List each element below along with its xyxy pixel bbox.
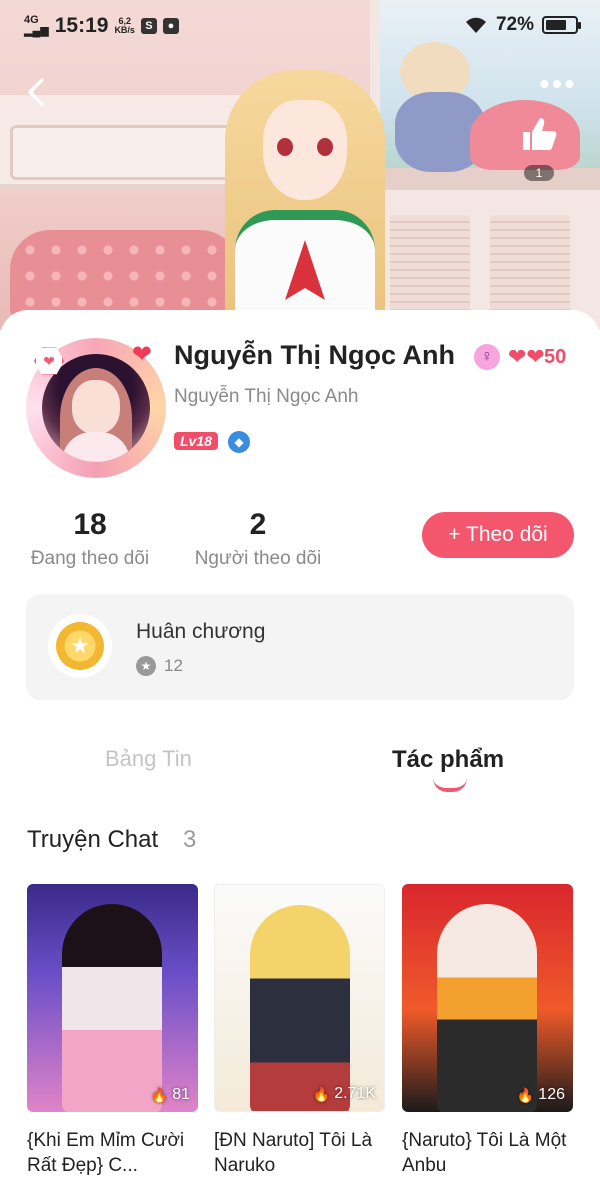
follow-button-label: Theo dõi	[466, 523, 548, 546]
signal-indicator: 4G ▂▄▆	[24, 14, 49, 37]
like-button[interactable]: 1	[514, 112, 564, 182]
active-tab-indicator	[433, 778, 467, 792]
cover-stool	[10, 230, 240, 320]
chevron-left-icon	[28, 78, 44, 106]
views-badge: 🔥 126	[517, 1086, 565, 1104]
views-badge: 🔥 2.71K	[313, 1085, 376, 1103]
story-title: {Naruto} Tôi Là Một Anbu	[402, 1130, 567, 1176]
microphone-icon: ●	[162, 18, 179, 34]
network-type: 4G	[24, 14, 39, 26]
medal-icon: ★	[48, 614, 112, 678]
hearts-icon: ❤❤	[508, 344, 545, 369]
thumbs-up-icon	[523, 118, 557, 150]
story-title: {Khi Em Mỉm Cười Rất Đẹp} C...	[27, 1130, 185, 1176]
profile-name: Nguyễn Thị Ngọc Anh	[174, 340, 455, 370]
story-title: [ĐN Naruto] Tôi Là Naruko	[214, 1130, 373, 1176]
clock: 15:19	[54, 14, 109, 37]
following-stat[interactable]: 18 Đang theo dõi	[28, 508, 152, 570]
story-views: 2.71K	[334, 1085, 376, 1102]
following-label: Đang theo dõi	[30, 548, 150, 569]
followers-label: Người theo dõi	[194, 548, 322, 569]
profile-card: ❤ ❤ Nguyễn Thị Ngọc Anh ♀ ❤❤ 50 Nguyễn T…	[0, 310, 600, 1197]
flame-icon: 🔥	[150, 1086, 169, 1103]
wifi-icon	[464, 16, 488, 34]
flame-icon: 🔥	[516, 1086, 535, 1103]
section-count: 3	[183, 826, 197, 853]
follow-button[interactable]: + Theo dõi	[422, 512, 574, 558]
section-title: Truyện Chat	[27, 826, 159, 853]
followers-stat[interactable]: 2 Người theo dõi	[192, 508, 324, 570]
star-icon: ★	[136, 656, 156, 676]
following-count: 18	[73, 508, 107, 541]
battery-percent: 72%	[495, 14, 534, 35]
status-bar: 4G ▂▄▆ 15:19 6,2 KB/s S ● 72%	[0, 0, 600, 54]
avatar-frame[interactable]: ❤ ❤	[26, 338, 166, 478]
diamond-badge-icon: ◆	[228, 431, 250, 453]
story-cover: 🔥 81	[27, 884, 198, 1112]
story-views: 126	[538, 1086, 565, 1103]
back-button[interactable]	[18, 72, 54, 112]
hearts-count: 50	[544, 346, 567, 368]
battery-icon	[542, 16, 581, 34]
app-s-icon: S	[140, 18, 157, 34]
more-options-button[interactable]: •••	[538, 70, 578, 100]
views-badge: 🔥 81	[151, 1086, 190, 1104]
medals-count: 12	[164, 656, 183, 675]
medals-title: Huân chương	[136, 620, 266, 643]
followers-count: 2	[249, 508, 267, 541]
cover-anime-girl	[225, 70, 385, 330]
heart-decoration-icon: ❤	[131, 341, 152, 368]
tab-works[interactable]: Tác phẩm	[392, 746, 504, 774]
story-cover: 🔥 2.71K	[214, 884, 385, 1112]
story-card[interactable]: 🔥 81 {Khi Em Mỉm Cười Rất Đẹp} C...	[27, 884, 198, 1178]
story-views: 81	[172, 1086, 190, 1103]
medals-section[interactable]: ★ Huân chương ★ 12	[26, 594, 574, 700]
tab-feed[interactable]: Bảng Tin	[105, 746, 192, 772]
more-dots-icon: •••	[539, 68, 577, 101]
flame-icon: 🔥	[312, 1085, 331, 1102]
medals-count-row: ★ 12	[136, 656, 183, 676]
female-gender-icon: ♀	[474, 344, 500, 370]
profile-username: Nguyễn Thị Ngọc Anh	[174, 386, 359, 407]
story-card[interactable]: 🔥 2.71K [ĐN Naruto] Tôi Là Naruko	[214, 884, 385, 1178]
plus-icon: +	[448, 523, 461, 546]
like-count: 1	[523, 165, 555, 181]
network-speed: 6,2 KB/s	[114, 16, 135, 35]
level-badge: Lv18	[174, 432, 218, 450]
story-cover: 🔥 126	[402, 884, 573, 1112]
story-card[interactable]: 🔥 126 {Naruto} Tôi Là Một Anbu	[402, 884, 573, 1178]
